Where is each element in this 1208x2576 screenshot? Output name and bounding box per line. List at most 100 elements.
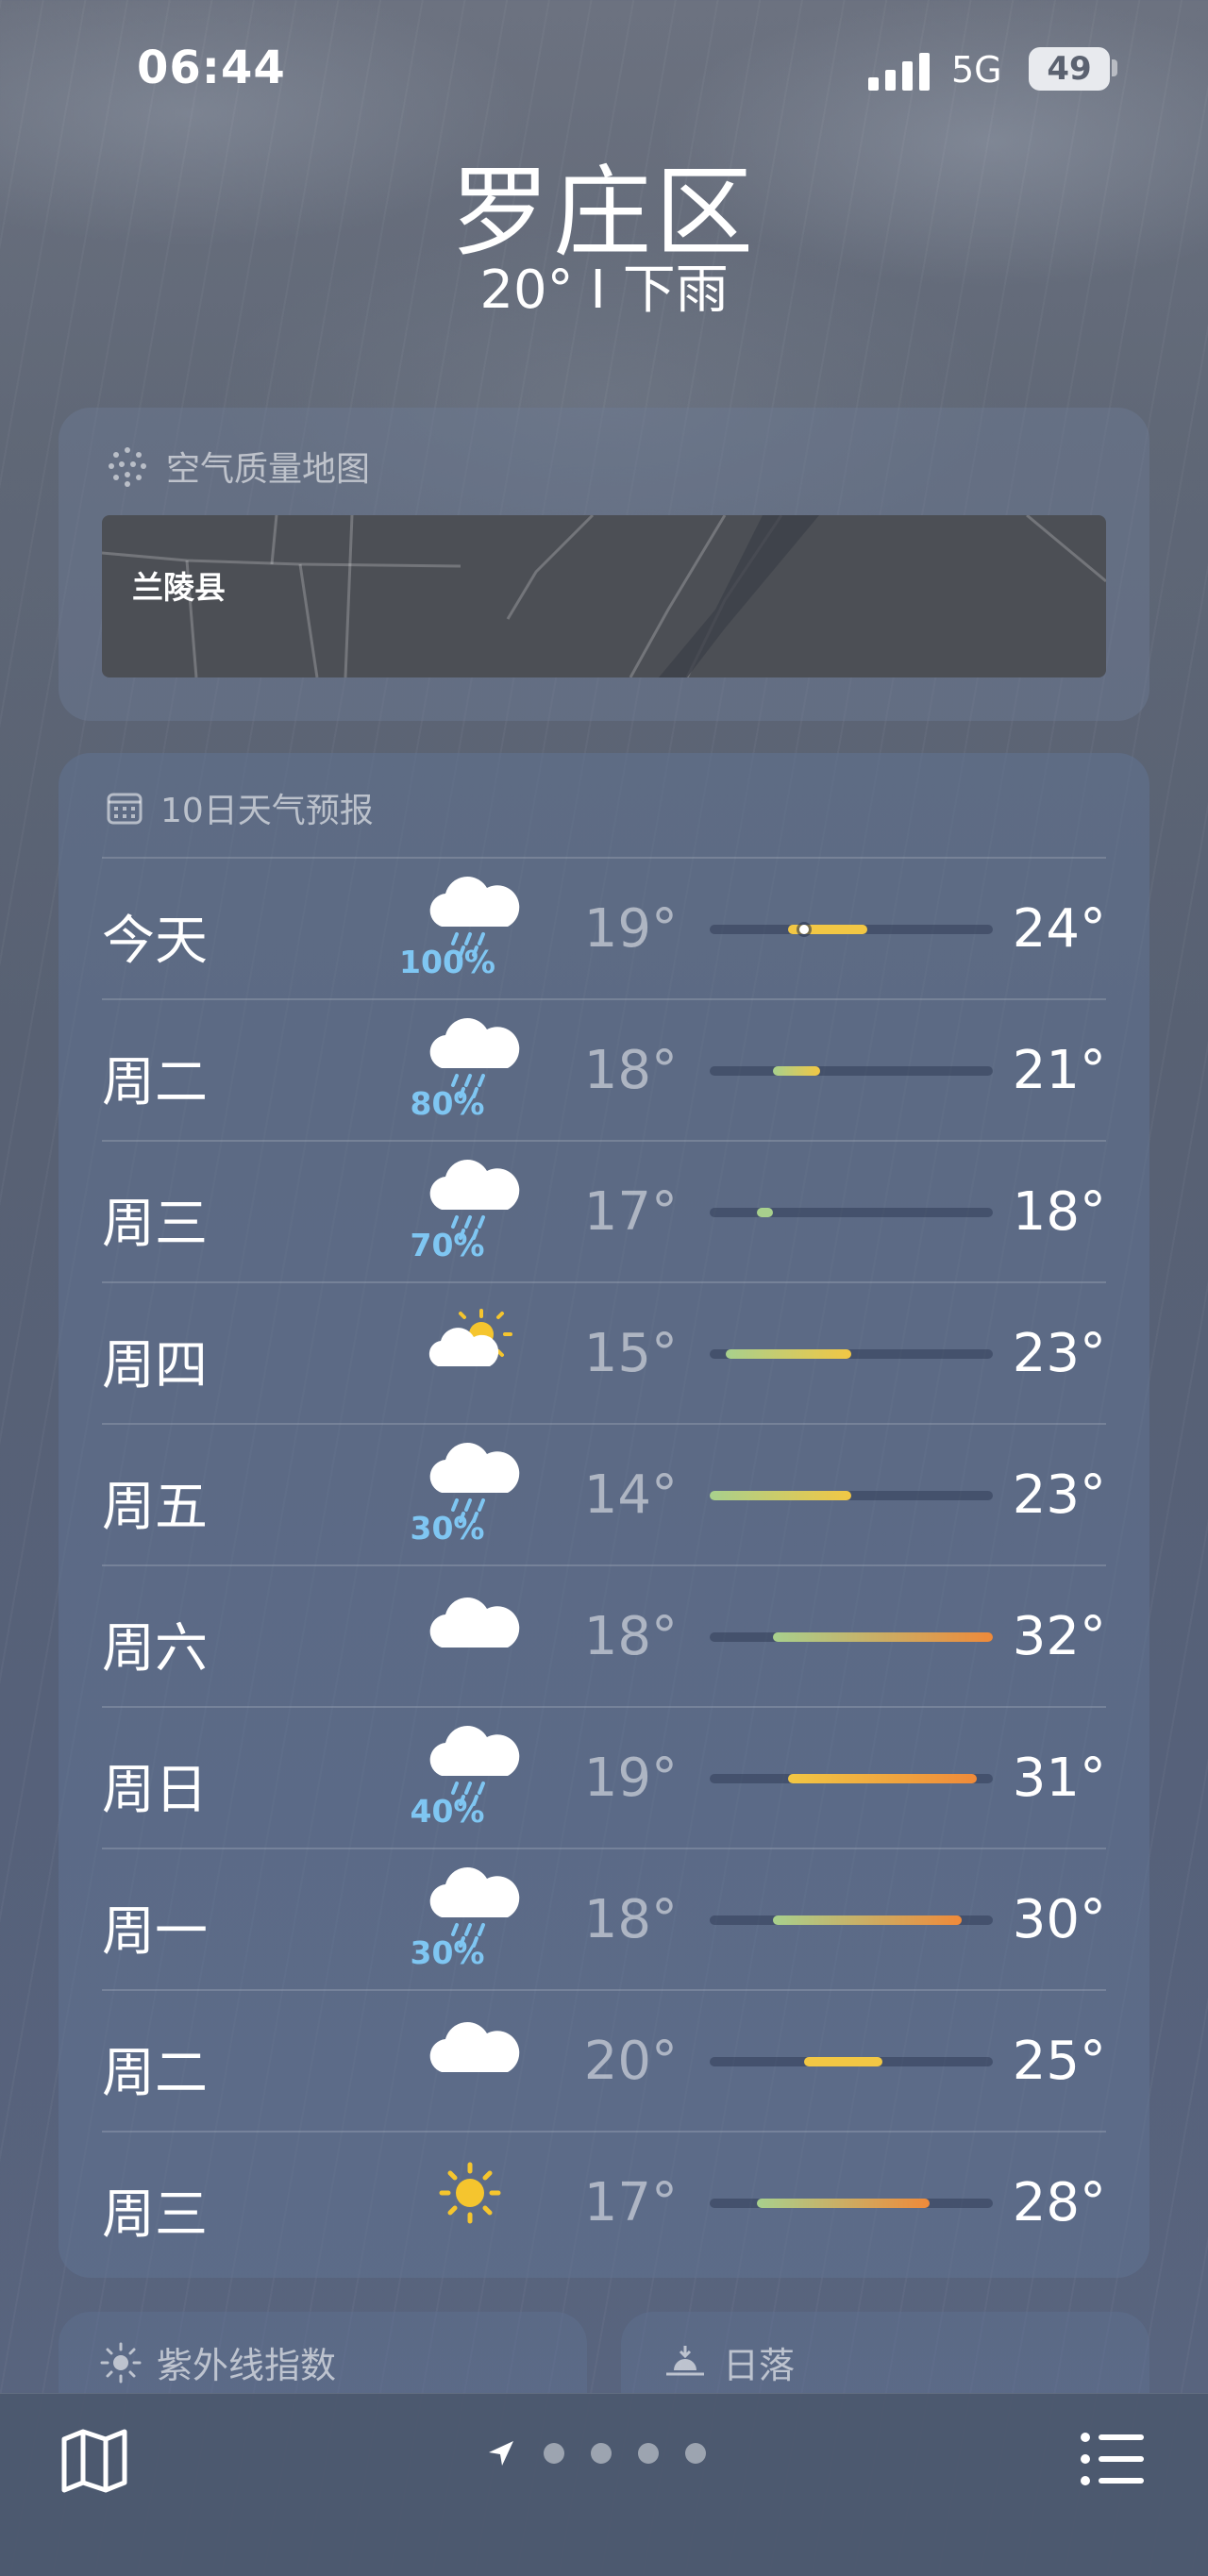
- network-type: 5G: [951, 49, 1002, 91]
- temp-range-fill: [772, 1915, 962, 1925]
- forecast-row[interactable]: 周五 30% 14° 23°: [102, 1423, 1106, 1566]
- temp-range-fill: [788, 1774, 978, 1783]
- forecast-header: 10日天气预报: [106, 783, 374, 832]
- temp-range-fill: [757, 1208, 773, 1217]
- forecast-day: 周五: [102, 1477, 208, 1538]
- air-quality-title: 空气质量地图: [166, 450, 371, 489]
- low-temp: 17°: [583, 1181, 678, 1243]
- temp-range-bar: [710, 1066, 993, 1076]
- forecast-row[interactable]: 周二 20° 25°: [102, 1989, 1106, 2133]
- sunset-header: 日落: [663, 2336, 795, 2388]
- battery-tip: [1112, 59, 1117, 76]
- uv-index-header: 紫外线指数: [100, 2336, 336, 2388]
- temp-range-fill: [804, 2057, 883, 2066]
- temp-range-bar: [710, 1915, 993, 1925]
- precip-chance: 40%: [410, 1793, 485, 1830]
- air-quality-header: 空气质量地图: [106, 442, 370, 491]
- page-dot: [638, 2443, 659, 2464]
- temp-range-fill: [757, 2199, 931, 2208]
- high-temp: 21°: [1012, 1040, 1106, 1101]
- forecast-row[interactable]: 周六 18° 32°: [102, 1564, 1106, 1708]
- temp-range-bar: [710, 925, 993, 934]
- precip-chance: 100%: [399, 944, 495, 980]
- temp-range-bar: [710, 1491, 993, 1500]
- cloud-icon: [404, 2004, 536, 2089]
- forecast-row[interactable]: 周一 30% 18° 30°: [102, 1848, 1106, 1991]
- map-icon[interactable]: [59, 2424, 130, 2496]
- temp-range-bar: [710, 2057, 993, 2066]
- cloud-icon: [404, 1580, 536, 1664]
- battery-icon: 49: [1029, 47, 1110, 91]
- ten-day-forecast-card: 10日天气预报 今天 100% 19° 24° 周二 80% 18° 21° 周三 70% 17° 1…: [59, 753, 1149, 2278]
- high-temp: 32°: [1012, 1606, 1106, 1667]
- sunset-title: 日落: [723, 2345, 796, 2386]
- uv-index-title: 紫外线指数: [157, 2345, 337, 2386]
- temp-range-bar: [710, 1632, 993, 1642]
- high-temp: 23°: [1012, 1323, 1106, 1384]
- location-arrow-icon: [489, 2441, 513, 2466]
- air-quality-card[interactable]: 空气质量地图 兰陵县: [59, 408, 1149, 721]
- forecast-row[interactable]: 今天 100% 19° 24°: [102, 857, 1106, 1000]
- low-temp: 18°: [583, 1606, 678, 1667]
- high-temp: 18°: [1012, 1181, 1106, 1243]
- temp-range-fill: [710, 1491, 851, 1500]
- forecast-row[interactable]: 周三 70% 17° 18°: [102, 1140, 1106, 1283]
- forecast-row[interactable]: 周三 17° 28°: [102, 2131, 1106, 2274]
- page-dot: [591, 2443, 612, 2464]
- forecast-day: 周四: [102, 1335, 208, 1397]
- air-quality-icon: [109, 447, 146, 487]
- forecast-title: 10日天气预报: [160, 792, 374, 830]
- page-dot: [544, 2443, 564, 2464]
- precip-chance: 70%: [410, 1227, 485, 1263]
- forecast-row[interactable]: 周日 40% 19° 31°: [102, 1706, 1106, 1849]
- low-temp: 14°: [583, 1464, 678, 1526]
- precip-chance: 80%: [410, 1085, 485, 1122]
- air-quality-map[interactable]: 兰陵县: [102, 515, 1106, 677]
- forecast-day: 周一: [102, 1901, 208, 1963]
- current-temp-dot: [799, 925, 809, 934]
- sunset-icon: [666, 2345, 704, 2375]
- low-temp: 17°: [583, 2172, 678, 2233]
- status-time: 06:44: [137, 42, 286, 94]
- high-temp: 28°: [1012, 2172, 1106, 2233]
- temp-range-bar: [710, 1208, 993, 1217]
- precip-chance: 30%: [410, 1934, 485, 1971]
- page-indicator[interactable]: [485, 2437, 706, 2469]
- forecast-row[interactable]: 周四 15° 23°: [102, 1281, 1106, 1425]
- low-temp: 20°: [583, 2031, 678, 2092]
- page-dot: [685, 2443, 706, 2464]
- forecast-day: 周二: [102, 1052, 208, 1113]
- high-temp: 23°: [1012, 1464, 1106, 1526]
- bottom-toolbar: [0, 2393, 1208, 2576]
- map-county-label: 兰陵县: [132, 569, 226, 606]
- map-roads: [102, 515, 1106, 677]
- forecast-day: 周日: [102, 1760, 208, 1821]
- low-temp: 18°: [583, 1889, 678, 1950]
- forecast-day: 周二: [102, 2043, 208, 2104]
- precip-chance: 30%: [410, 1510, 485, 1547]
- sun-icon: [404, 2146, 536, 2231]
- temp-range-bar: [710, 1774, 993, 1783]
- high-temp: 31°: [1012, 1748, 1106, 1809]
- low-temp: 19°: [583, 898, 678, 960]
- calendar-icon: [107, 793, 143, 825]
- high-temp: 24°: [1012, 898, 1106, 960]
- temp-range-bar: [710, 2199, 993, 2208]
- signal-icon: [868, 53, 930, 91]
- temp-range-fill: [772, 1632, 993, 1642]
- status-bar: 06:44 5G 49: [0, 0, 1208, 142]
- temp-range-fill: [772, 1066, 820, 1076]
- sun-small-icon: [100, 2342, 142, 2383]
- current-condition: 20° I 下雨: [479, 259, 729, 321]
- forecast-day: 周六: [102, 1618, 208, 1680]
- low-temp: 19°: [583, 1748, 678, 1809]
- forecast-row[interactable]: 周二 80% 18° 21°: [102, 998, 1106, 1142]
- list-icon[interactable]: [1080, 2428, 1146, 2490]
- temp-range-fill: [725, 1349, 851, 1359]
- partly-sunny-icon: [404, 1296, 536, 1381]
- low-temp: 15°: [583, 1323, 678, 1384]
- high-temp: 30°: [1012, 1889, 1106, 1950]
- forecast-day: 周三: [102, 1194, 208, 1255]
- temp-range-bar: [710, 1349, 993, 1359]
- high-temp: 25°: [1012, 2031, 1106, 2092]
